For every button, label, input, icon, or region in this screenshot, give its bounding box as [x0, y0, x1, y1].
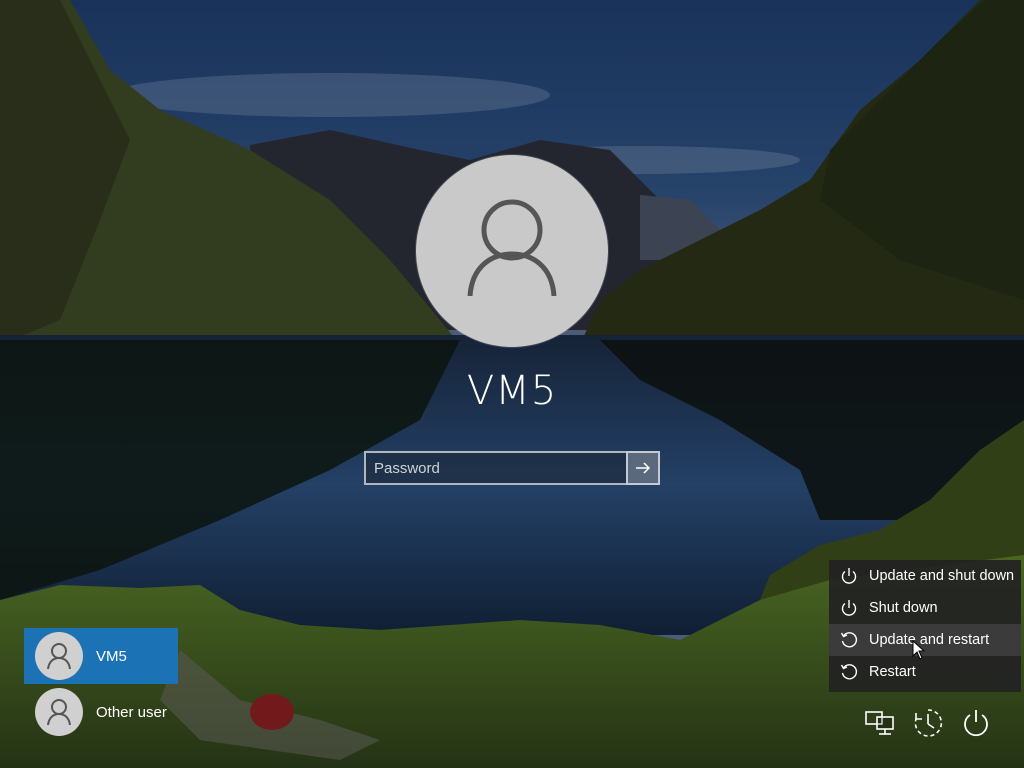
menu-item-label: Restart	[869, 664, 916, 680]
restart-icon	[840, 632, 858, 648]
menu-item-update-and-shut-down[interactable]: Update and shut down	[829, 560, 1021, 592]
ease-of-access-icon	[914, 709, 943, 737]
submit-arrow-button[interactable]	[626, 451, 660, 485]
user-icon	[467, 199, 557, 297]
menu-item-label: Update and shut down	[869, 568, 1015, 584]
user-icon	[47, 699, 71, 726]
avatar	[35, 632, 83, 680]
ease-of-access-button[interactable]	[910, 705, 946, 741]
arrow-right-icon	[636, 462, 651, 474]
power-icon	[841, 600, 857, 616]
user-icon	[47, 643, 71, 670]
power-menu: Update and shut down Shut down Update an…	[829, 560, 1021, 692]
menu-item-shut-down[interactable]: Shut down	[829, 592, 1021, 624]
user-item-other-user[interactable]: Other user	[24, 684, 224, 740]
mouse-cursor-icon	[912, 639, 926, 664]
user-name: VM5	[96, 647, 127, 665]
menu-item-label: Update and restart	[869, 632, 990, 648]
restart-icon	[840, 664, 858, 680]
user-item-vm5[interactable]: VM5	[24, 628, 178, 684]
password-input[interactable]	[364, 451, 626, 485]
power-icon	[964, 710, 988, 737]
power-icon	[841, 568, 857, 584]
menu-item-label: Shut down	[869, 600, 938, 616]
network-button[interactable]	[862, 705, 898, 741]
power-button[interactable]	[958, 705, 994, 741]
network-icon	[865, 711, 894, 735]
user-list: VM5 Other user	[24, 628, 284, 740]
user-avatar-large	[416, 155, 608, 347]
password-box	[364, 451, 660, 485]
username-title: VM5	[466, 368, 558, 414]
user-name: Other user	[96, 703, 167, 721]
avatar	[35, 688, 83, 736]
